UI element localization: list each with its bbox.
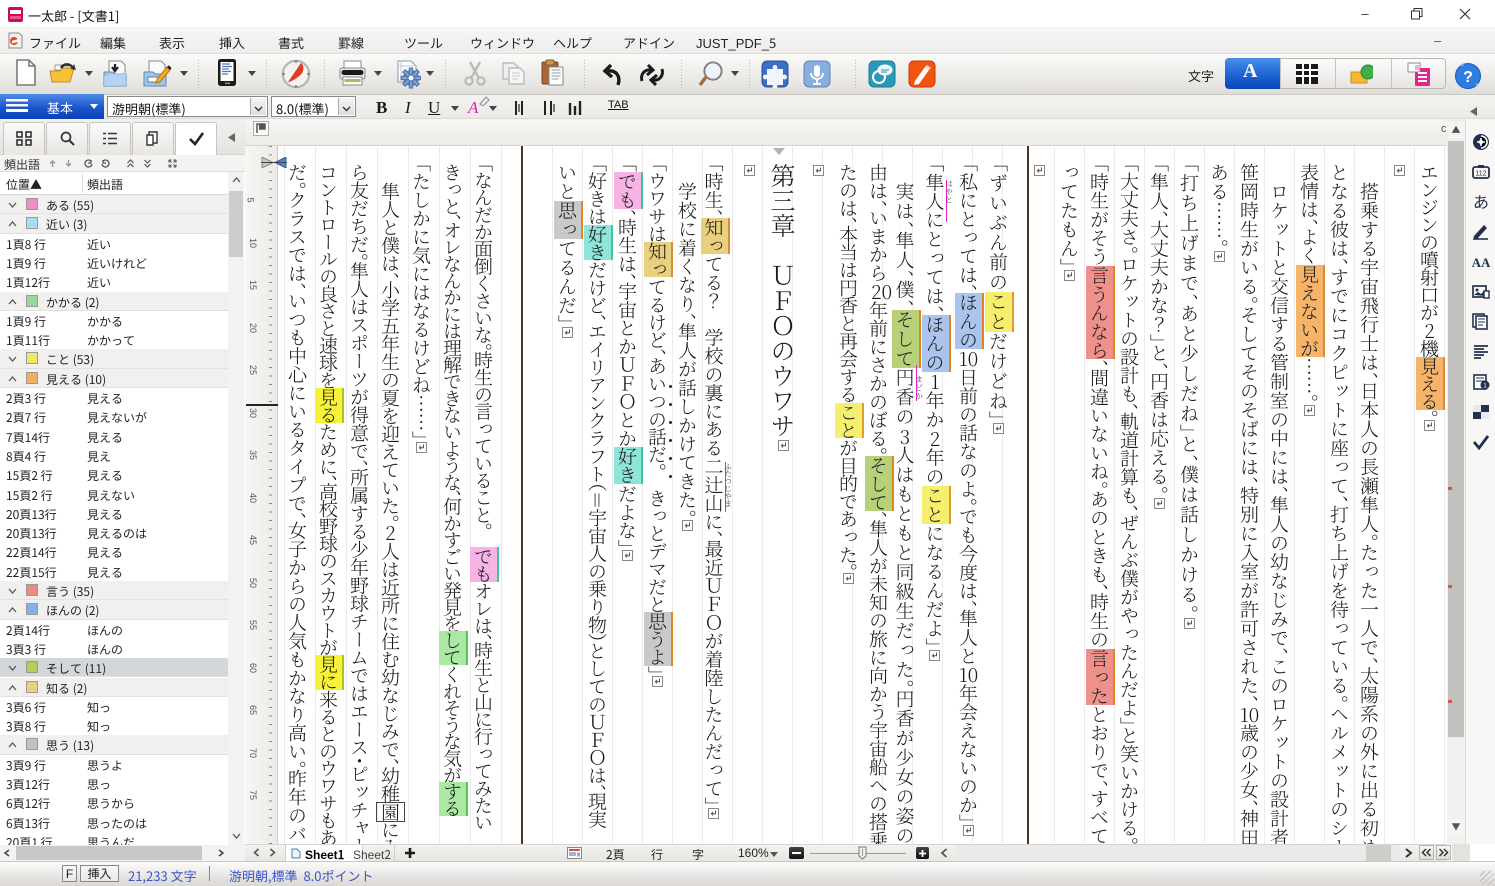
svg-text:112: 112 [1475,171,1486,178]
svg-text:1: 1 [1483,383,1487,390]
svg-text:?: ? [1463,69,1473,86]
svg-text:あ: あ [1473,193,1489,211]
svg-text:AA: AA [1472,255,1490,270]
